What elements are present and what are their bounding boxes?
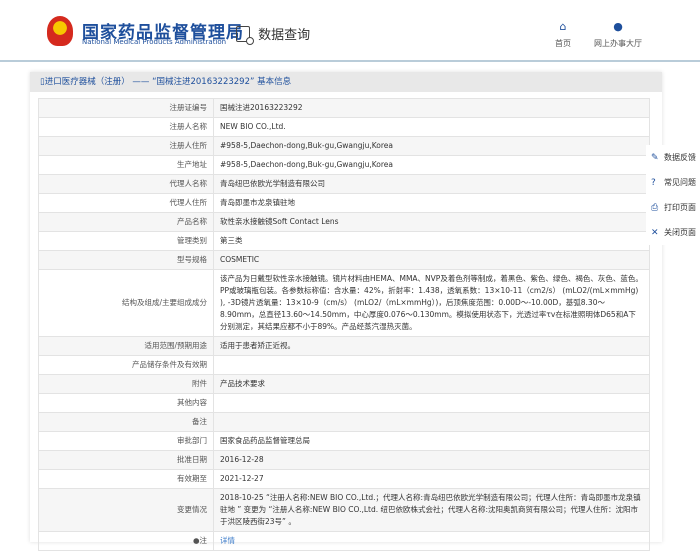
row-label: 其他内容 [38,393,214,413]
table-row: 型号规格 COSMETIC [38,250,650,270]
table-row: 注册人住所 #958-5,Daechon-dong,Buk-gu,Gwangju,… [38,136,650,156]
row-label: 批准日期 [38,450,214,470]
row-label: 代理人名称 [38,174,214,194]
row-label: 适用范围/预期用途 [38,336,214,356]
table-row: 注册人名称 NEW BIO CO.,Ltd. [38,117,650,137]
panel-title-text: 进口医疗器械（注册） —— “国械注进20163223292” 基本信息 [44,77,292,87]
row-label: 产品储存条件及有效期 [38,355,214,375]
details-link[interactable]: 详情 [220,536,235,545]
row-value [213,355,650,375]
table-row: 附件 产品技术要求 [38,374,650,394]
row-value: 第三类 [213,231,650,251]
user-icon: ● [613,20,623,33]
row-value: 软性亲水接触镜Soft Contact Lens [213,212,650,232]
table-row: 产品储存条件及有效期 [38,355,650,375]
row-value: 2016-12-28 [213,450,650,470]
brand-name-en: National Medical Products Administration [82,38,227,46]
row-label: 附件 [38,374,214,394]
nav-online-hall[interactable]: ● 网上办事大厅 [594,20,642,49]
table-row: 备注 [38,412,650,432]
table-row: 代理人名称 青岛纽巴依欧光学制造有限公司 [38,174,650,194]
row-label: 生产地址 [38,155,214,175]
sidebar-item-print[interactable]: ⎙ 打印页面 [646,195,700,220]
row-value: 青岛纽巴依欧光学制造有限公司 [213,174,650,194]
row-value: 国家食品药品监督管理总局 [213,431,650,451]
floating-sidebar: ✎ 数据反馈? 常见问题 ⎙ 打印页面 ✕ 关闭页面 [646,145,700,245]
row-value: 国械注进20163223292 [213,98,650,118]
site-header: 国家药品监督管理局 National Medical Products Admi… [0,0,700,62]
row-label: 有效期至 [38,469,214,489]
table-row: 代理人住所 青岛即墨市龙泉镇驻地 [38,193,650,213]
row-label: 产品名称 [38,212,214,232]
sidebar-item-label: 数据反馈 [664,153,696,162]
sidebar-item-question[interactable]: ? 常见问题 [646,170,700,195]
row-label: 注册人住所 [38,136,214,156]
national-emblem-logo [47,16,73,46]
data-query-label: 数据查询 [258,28,311,43]
row-value: 产品技术要求 [213,374,650,394]
table-row: 审批部门 国家食品药品监督管理总局 [38,431,650,451]
row-value [213,393,650,413]
nav-online-hall-label: 网上办事大厅 [594,39,642,48]
document-search-icon [236,25,254,45]
row-label: 备注 [38,412,214,432]
row-value: #958-5,Daechon-dong,Buk-gu,Gwangju,Korea [213,155,650,175]
row-label: 注册证编号 [38,98,214,118]
table-row: 其他内容 [38,393,650,413]
row-value: 详情 [213,531,650,551]
row-value: #958-5,Daechon-dong,Buk-gu,Gwangju,Korea [213,136,650,156]
row-label: 管理类别 [38,231,214,251]
table-row: 有效期至 2021-12-27 [38,469,650,489]
table-row: 生产地址 #958-5,Daechon-dong,Buk-gu,Gwangju,K… [38,155,650,175]
table-row: 适用范围/预期用途 适用于患者矫正近视。 [38,336,650,356]
row-label: 型号规格 [38,250,214,270]
row-label: 变更情况 [38,488,214,532]
nav-home[interactable]: ⌂ 首页 [555,20,571,49]
edit-icon: ✎ [651,152,659,163]
row-value: 适用于患者矫正近视。 [213,336,650,356]
row-label: 审批部门 [38,431,214,451]
row-value: 青岛即墨市龙泉镇驻地 [213,193,650,213]
detail-panel: ▯进口医疗器械（注册） —— “国械注进20163223292” 基本信息 注册… [30,72,662,551]
info-table: 注册证编号 国械注进20163223292 注册人名称 NEW BIO CO.,Ltd… [38,98,650,551]
sidebar-item-close[interactable]: ✕ 关闭页面 [646,220,700,245]
row-value: 2021-12-27 [213,469,650,489]
row-label: ●注 [38,531,214,551]
row-value [213,412,650,432]
row-value: NEW BIO CO.,Ltd. [213,117,650,137]
home-icon: ⌂ [559,20,567,33]
table-row: 结构及组成/主要组成成分 该产品为日戴型软性亲水接触镜。镜片材料由HEMA、MMA… [38,269,650,337]
row-label: 注册人名称 [38,117,214,137]
row-value: COSMETIC [213,250,650,270]
table-row: 注册证编号 国械注进20163223292 [38,98,650,118]
row-value: 该产品为日戴型软性亲水接触镜。镜片材料由HEMA、MMA、NVP及着色剂等制成，… [213,269,650,337]
row-label: 代理人住所 [38,193,214,213]
row-label: 结构及组成/主要组成成分 [38,269,214,337]
table-row-note: ●注 详情 [38,531,650,551]
table-row: 管理类别 第三类 [38,231,650,251]
panel-title: ▯进口医疗器械（注册） —— “国械注进20163223292” 基本信息 [30,72,662,92]
table-row: 变更情况 2018-10-25 “注册人名称:NEW BIO CO.,Ltd.；代… [38,488,650,532]
note-label: 注 [199,536,208,545]
sidebar-item-label: 关闭页面 [664,228,696,237]
sidebar-item-edit[interactable]: ✎ 数据反馈 [646,145,700,170]
row-value: 2018-10-25 “注册人名称:NEW BIO CO.,Ltd.；代理人名称… [213,488,650,532]
sidebar-item-label: 打印页面 [664,203,696,212]
data-query-title: 数据查询 [236,24,311,45]
close-icon: ✕ [651,227,659,238]
nav-home-label: 首页 [555,39,571,48]
print-icon: ⎙ [651,202,659,213]
table-row: 批准日期 2016-12-28 [38,450,650,470]
question-icon: ? [651,177,656,188]
table-row: 产品名称 软性亲水接触镜Soft Contact Lens [38,212,650,232]
sidebar-item-label: 常见问题 [664,178,696,187]
